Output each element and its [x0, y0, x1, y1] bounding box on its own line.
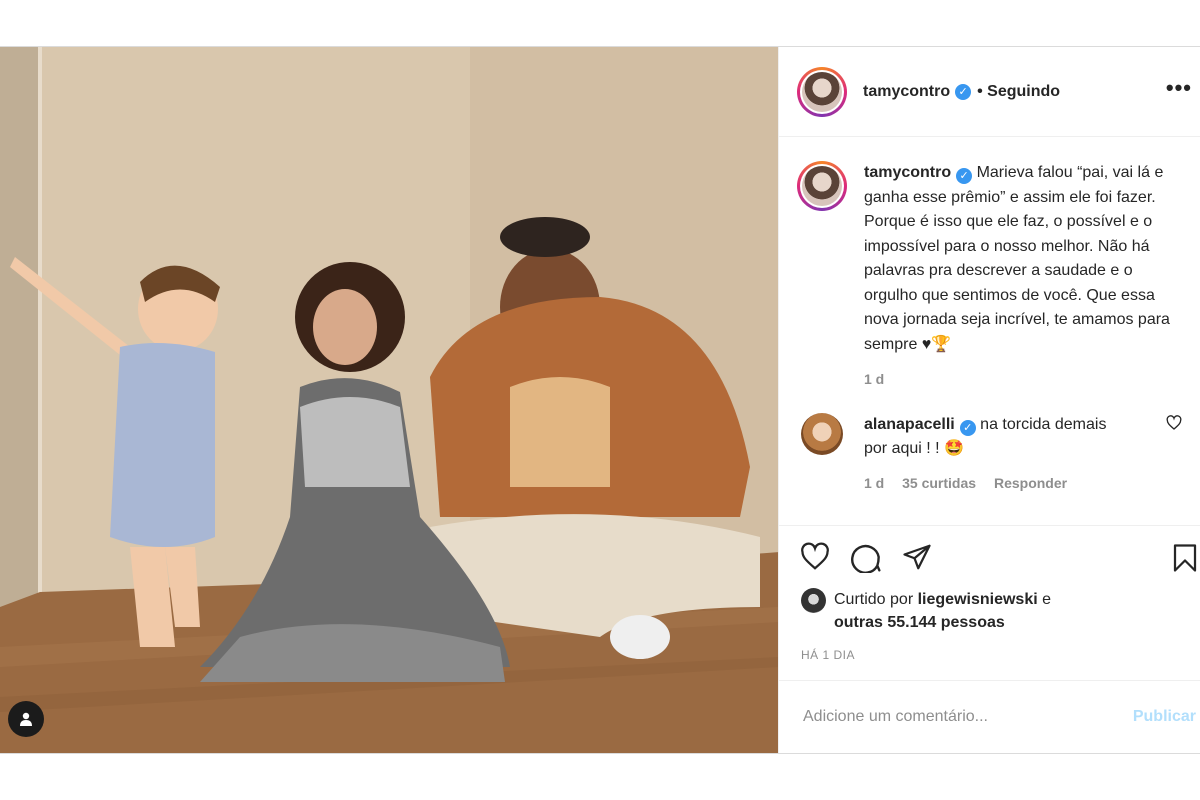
post-actions-bar — [779, 525, 1200, 588]
commenter-avatar[interactable] — [801, 413, 843, 455]
caption-text-block: tamycontro ✓ Marieva falou “pai, vai lá e… — [864, 161, 1182, 357]
bookmark-icon — [1173, 544, 1197, 572]
caption-username[interactable]: tamycontro — [864, 164, 951, 181]
comment-input[interactable] — [801, 707, 1105, 727]
post-header: tamycontro ✓ • Seguindo ••• — [779, 47, 1200, 137]
share-button[interactable] — [901, 542, 933, 572]
likes-prefix: Curtido por — [834, 591, 914, 608]
commenter-username[interactable]: alanapacelli — [864, 416, 955, 433]
heart-icon — [801, 542, 829, 570]
post-side-panel: tamycontro ✓ • Seguindo ••• tamycontro ✓ … — [778, 47, 1200, 753]
like-comment-heart-icon[interactable] — [1166, 415, 1182, 431]
like-button[interactable] — [799, 542, 831, 572]
likes-text: Curtido por liegewisniewski e outras 55.… — [834, 588, 1051, 634]
author-username[interactable]: tamycontro — [863, 83, 950, 101]
following-status[interactable]: • Seguindo — [977, 83, 1060, 101]
caption-author-avatar[interactable] — [797, 161, 847, 211]
comment-item: alanapacelli ✓ na torcida demais por aqui… — [797, 413, 1182, 461]
comment-age[interactable]: 1 d — [864, 475, 884, 491]
comment-likes-count[interactable]: 35 curtidas — [902, 475, 976, 491]
liker-username[interactable]: liegewisniewski — [918, 591, 1038, 608]
likes-suffix: e — [1042, 591, 1052, 608]
instagram-post: tamycontro ✓ • Seguindo ••• tamycontro ✓ … — [0, 46, 1200, 754]
comment-text-block: alanapacelli ✓ na torcida demais por aqui… — [864, 413, 1134, 461]
likes-summary: Curtido por liegewisniewski e outras 55.… — [779, 588, 1200, 634]
add-comment-bar: Publicar — [779, 680, 1200, 753]
comments-section: tamycontro ✓ Marieva falou “pai, vai lá e… — [779, 137, 1200, 525]
verified-badge-icon: ✓ — [956, 168, 973, 184]
more-options-icon[interactable]: ••• — [1166, 77, 1192, 99]
post-photo[interactable] — [0, 47, 778, 753]
person-icon — [20, 712, 32, 726]
publish-button[interactable]: Publicar — [1133, 708, 1196, 726]
paper-plane-icon — [903, 544, 931, 570]
post-timestamp[interactable]: HÁ 1 DIA — [779, 648, 1200, 662]
comment-meta: 1 d 35 curtidas Responder — [864, 475, 1182, 491]
caption-age[interactable]: 1 d — [864, 371, 884, 387]
likes-others-count[interactable]: outras 55.144 pessoas — [834, 614, 1005, 631]
comment-button[interactable] — [850, 541, 882, 573]
tagged-people-button[interactable] — [8, 701, 44, 737]
save-button[interactable] — [1170, 542, 1200, 579]
verified-badge-icon: ✓ — [959, 420, 976, 436]
post-caption: tamycontro ✓ Marieva falou “pai, vai lá e… — [797, 161, 1182, 357]
comment-bubble-icon — [851, 544, 881, 573]
family-photo-illustration — [0, 47, 778, 753]
reply-button[interactable]: Responder — [994, 475, 1067, 491]
caption-meta: 1 d — [864, 371, 1182, 387]
caption-text: Marieva falou “pai, vai lá e ganha esse … — [864, 164, 1170, 353]
liker-avatar[interactable] — [801, 588, 826, 613]
verified-badge-icon: ✓ — [955, 83, 972, 100]
author-avatar[interactable] — [797, 66, 847, 117]
